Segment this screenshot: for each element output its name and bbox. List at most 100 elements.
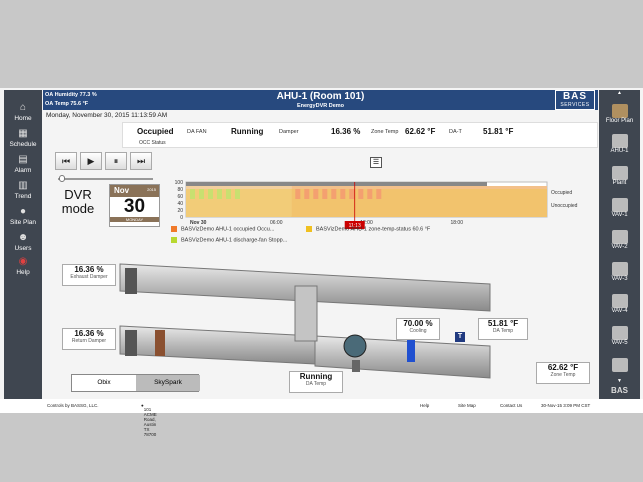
sidebar-item-help[interactable]: ◉ Help — [4, 256, 42, 276]
skyspark-button[interactable]: SkySpark — [136, 375, 200, 391]
series-occupied-bar — [322, 189, 328, 199]
nav-vav-2[interactable]: VAV-2 — [599, 230, 640, 250]
cooling-box: 70.00 % Cooling — [396, 318, 440, 340]
fan-status-box: Running DA Temp — [289, 371, 343, 393]
footer-timestamp: 30-Nov-15 3:09 PM CST — [541, 403, 591, 408]
dat-value: 51.81 °F — [483, 127, 514, 136]
occ-status-label: OCC Status — [139, 140, 166, 146]
list-icon[interactable]: ☰ — [370, 157, 382, 168]
y-tick-label: 40 — [177, 201, 183, 207]
series-discharge-fan-bar — [208, 189, 213, 199]
schedule-icon: ▦ — [18, 128, 28, 139]
cooling-coil — [407, 340, 415, 362]
exhaust-damper-box: 16.36 % Exhaust Damper — [62, 264, 116, 286]
scroll-up-button[interactable]: ▲ — [599, 90, 640, 96]
scroll-down-button[interactable]: ▼ — [599, 378, 640, 384]
series-occupied-bar — [304, 189, 310, 199]
footer-sitemap-link[interactable]: Site Map — [458, 403, 476, 408]
bas-logo[interactable]: BAS SERVICES — [555, 90, 595, 110]
skip-back-icon: ⏮ — [61, 156, 71, 166]
nav-ahu-1[interactable]: AHU-1 — [599, 134, 640, 154]
series-discharge-fan-bar — [226, 189, 231, 199]
series-zone-temp — [186, 189, 547, 217]
temp-sensor-icon: T — [455, 332, 465, 342]
dvr-mode-label: DVR mode — [61, 187, 95, 216]
sidebar-item-alarm[interactable]: ▤ Alarm — [4, 154, 42, 174]
series-occupied-bar — [340, 189, 346, 199]
plant-icon — [611, 166, 628, 180]
series-discharge-fan-bar — [199, 189, 204, 199]
legend-item-zone-temp: BASVizDemo AHU-1 zone-temp-status 60.6 °… — [306, 226, 430, 232]
alarm-icon: ▤ — [18, 154, 28, 165]
nav-vav-1[interactable]: VAV-1 — [599, 198, 640, 218]
sidebar-item-home[interactable]: ⌂ Home — [4, 102, 42, 122]
chart-state-label: Unoccupied — [551, 203, 578, 209]
sidebar-item-site-plan[interactable]: ● Site Plan — [4, 206, 42, 226]
page-title: AHU-1 (Room 101) — [276, 91, 365, 102]
nav-vav-6[interactable] — [599, 358, 640, 372]
right-sidebar: ▲ Floor Plan AHU-1 Plant VAV-1 VAV-2 VAV… — [599, 90, 640, 401]
trend-icon: ▥ — [18, 180, 28, 191]
vav-icon — [611, 358, 628, 372]
nav-vav-4[interactable]: VAV-4 — [599, 294, 640, 314]
damper-value: 16.36 % — [331, 127, 361, 136]
nav-plant[interactable]: Plant — [599, 166, 640, 186]
floor-plan-icon — [611, 104, 628, 118]
series-discharge-fan-bar — [190, 189, 195, 199]
help-icon: ◉ — [18, 256, 28, 267]
chevron-down-icon: ▼ — [617, 378, 622, 384]
pause-button[interactable]: ⏸ — [105, 152, 127, 170]
legend-item-occupied: BASVizDemo AHU-1 occupied Occu... — [171, 226, 274, 232]
nav-vav-3[interactable]: VAV-3 — [599, 262, 640, 282]
footer-company: Controls by BASSG, LLC. — [47, 403, 99, 408]
footer-contact-link[interactable]: Contact Us — [500, 403, 522, 408]
obix-button[interactable]: Obix — [72, 375, 136, 391]
fan-value: Running — [231, 127, 264, 136]
vav-icon — [611, 198, 628, 212]
fan-label: DA FAN — [187, 129, 207, 135]
skip-back-button[interactable]: ⏮ — [55, 152, 77, 170]
dat-label: DA-T — [449, 129, 462, 135]
play-icon: ▶ — [87, 156, 95, 166]
header-bar: OA Humidity 77.3 % OA Temp 75.6 °F AHU-1… — [43, 90, 598, 110]
series-occupied-bar — [295, 189, 301, 199]
users-icon: ☻ — [17, 232, 29, 243]
nav-vav-5[interactable]: VAV-5 — [599, 326, 640, 346]
page-subtitle: EnergyDVR Demo — [296, 103, 345, 109]
status-strip: Occupied OCC Status DA FAN Running Dampe… — [122, 122, 598, 148]
playback-slider[interactable] — [58, 178, 153, 180]
y-tick-label: 20 — [177, 208, 183, 214]
sidebar-item-schedule[interactable]: ▦ Schedule — [4, 128, 42, 148]
series-occupied-bar — [376, 189, 382, 199]
supply-fan — [343, 334, 367, 358]
sidebar-item-trend[interactable]: ▥ Trend — [4, 180, 42, 200]
vav-icon — [611, 326, 628, 340]
slider-knob[interactable] — [59, 175, 65, 182]
vav-icon — [611, 262, 628, 276]
data-source-toggle: Obix SkySpark — [71, 374, 200, 392]
series-discharge-fan-bar — [217, 189, 222, 199]
home-icon: ⌂ — [19, 102, 27, 113]
skip-forward-button[interactable]: ⏭ — [130, 152, 152, 170]
pause-icon: ⏸ — [113, 156, 119, 166]
damper-label: Damper — [279, 129, 299, 135]
vav-icon — [611, 230, 628, 244]
return-damper — [125, 330, 137, 356]
filter — [155, 330, 165, 356]
occ-status-value: Occupied — [137, 127, 174, 136]
y-tick-label: 80 — [177, 187, 183, 193]
series-discharge-fan-bar — [235, 189, 240, 199]
y-tick-label: 60 — [177, 194, 183, 200]
series-occupied-bar — [313, 189, 319, 199]
series-occupied-bar — [367, 189, 373, 199]
footer-help-link[interactable]: Help — [420, 403, 429, 408]
actuator — [352, 360, 360, 372]
play-button[interactable]: ▶ — [80, 152, 102, 170]
calendar-button[interactable]: Nov 2015 30 MONDAY — [109, 184, 160, 227]
nav-floor-plan[interactable]: Floor Plan — [599, 104, 640, 124]
ahu-icon — [611, 134, 628, 148]
zone-temp-box: 62.62 °F Zone Temp — [536, 362, 590, 384]
sidebar-item-users[interactable]: ☻ Users — [4, 232, 42, 252]
legend-item-discharge-fan: BASVizDemo AHU-1 discharge-fan Stopp... — [171, 237, 287, 243]
trend-chart[interactable]: 100806040200Nov 30 06:00 12:00 18:0011:13Oc… — [162, 170, 602, 230]
